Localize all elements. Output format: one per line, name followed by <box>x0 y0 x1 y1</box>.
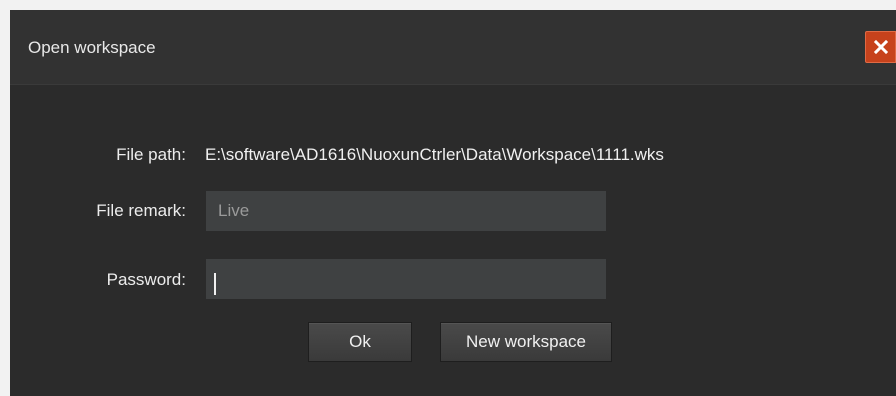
file-remark-label: File remark: <box>96 201 186 220</box>
file-path-label: File path: <box>116 145 186 164</box>
close-button[interactable] <box>865 31 896 63</box>
ok-button[interactable]: Ok <box>308 322 412 362</box>
dialog-titlebar: Open workspace <box>10 10 896 84</box>
file-path-value: E:\software\AD1616\NuoxunCtrler\Data\Wor… <box>205 145 664 164</box>
password-field[interactable] <box>206 259 606 299</box>
file-remark-field[interactable] <box>206 191 606 231</box>
open-workspace-dialog: Open workspace File path: E:\software\AD… <box>10 10 896 396</box>
text-caret <box>214 273 216 295</box>
password-label: Password: <box>106 270 186 289</box>
dialog-title: Open workspace <box>28 38 156 57</box>
dialog-body: File path: E:\software\AD1616\NuoxunCtrl… <box>10 84 896 396</box>
close-icon <box>873 40 888 54</box>
new-workspace-button[interactable]: New workspace <box>440 322 612 362</box>
